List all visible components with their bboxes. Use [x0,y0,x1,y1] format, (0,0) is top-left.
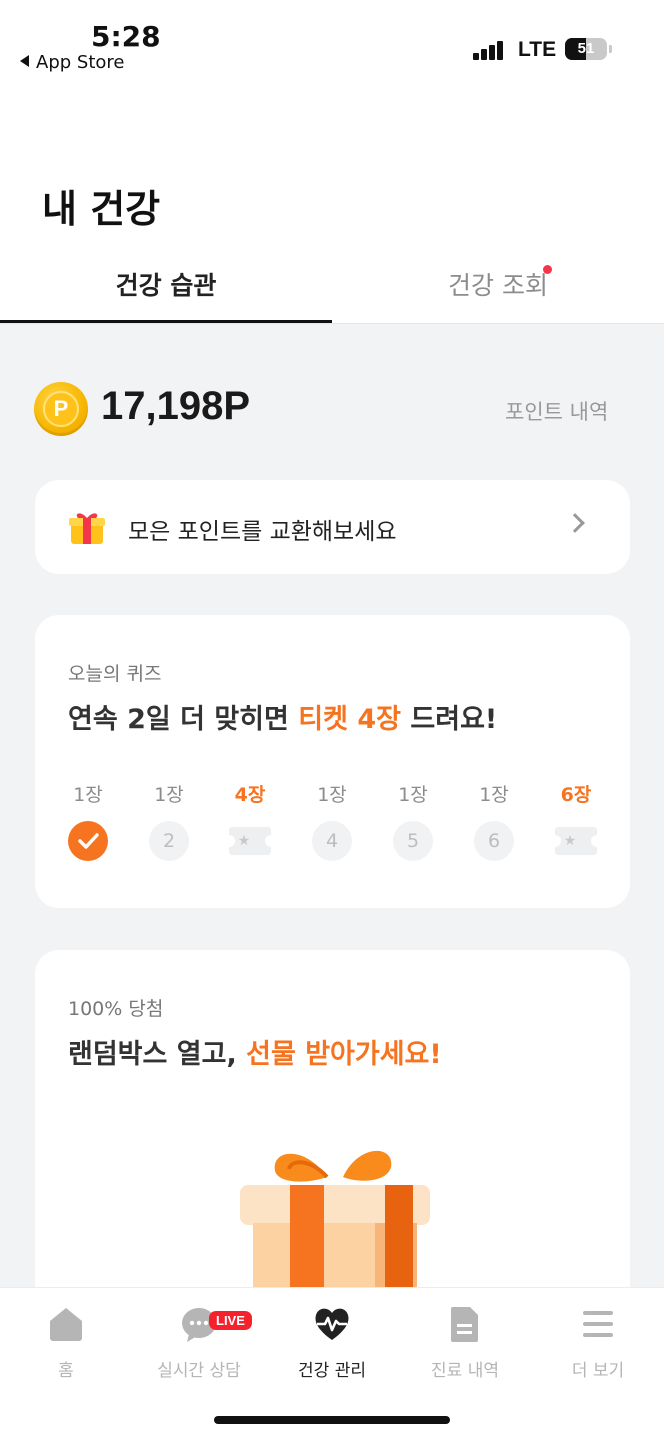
nav-more[interactable]: 더 보기 [532,1304,664,1381]
star-icon: ★ [237,833,251,849]
quiz-day-reward: 1장 [479,784,509,806]
heart-pulse-icon [315,1308,349,1340]
status-bar: 5:28 App Store LTE 51 [0,0,664,80]
signal-icon [473,40,505,60]
notification-dot [543,265,552,274]
nav-home[interactable]: 홈 [0,1304,132,1381]
menu-icon [583,1311,613,1337]
daily-quiz-card[interactable]: 오늘의 퀴즈 연속 2일 더 맞히면 티켓 4장 드려요! 1장 1장 2 4장 ★ 1장… [35,615,630,908]
live-badge: LIVE [209,1311,252,1330]
nav-health-care[interactable]: 건강 관리 [266,1304,398,1381]
back-label: App Store [36,52,125,73]
back-to-app-store[interactable]: App Store [20,52,124,73]
exchange-points-label: 모은 포인트를 교환해보세요 [128,519,397,545]
exchange-points-card[interactable]: 모은 포인트를 교환해보세요 [35,480,630,574]
back-arrow-icon [20,55,29,67]
document-icon [451,1307,478,1342]
quiz-day-number: 5 [393,821,433,861]
ticket-icon: ★ [223,827,277,855]
battery-level: 51 [577,40,595,57]
quiz-title: 연속 2일 더 맞히면 티켓 4장 드려요! [68,704,498,735]
star-icon: ★ [563,833,577,849]
ticket-icon: ★ [549,827,603,855]
quiz-day-number: 4 [312,821,352,861]
random-box-subtitle: 100% 당첨 [68,998,164,1020]
quiz-day-number: 6 [474,821,514,861]
point-coin-icon: P [34,382,88,436]
quiz-day-reward: 4장 [234,784,266,806]
home-indicator [214,1416,450,1424]
quiz-day-reward: 1장 [154,784,184,806]
quiz-day-number: 2 [149,821,189,861]
network-type: LTE [518,38,557,61]
nav-live-consult[interactable]: LIVE 실시간 상담 [133,1304,265,1381]
chevron-right-icon [565,513,585,533]
points-history-link[interactable]: 포인트 내역 [505,396,608,426]
quiz-subtitle: 오늘의 퀴즈 [68,663,162,685]
quiz-day-reward: 1장 [317,784,347,806]
quiz-day-reward: 6장 [560,784,592,806]
check-icon [68,821,108,861]
points-balance: 17,198P [101,384,251,428]
header: 내 건강 건강 습관 건강 조회 [0,80,664,324]
page-title: 내 건강 [42,187,161,231]
quiz-day-reward: 1장 [398,784,428,806]
gift-box-illustration [240,1150,430,1315]
nav-treatment-history[interactable]: 진료 내역 [399,1304,531,1381]
gift-icon [69,513,105,544]
tab-health-habits[interactable]: 건강 습관 [0,266,332,302]
quiz-day-reward: 1장 [73,784,103,806]
home-icon [50,1308,82,1341]
battery-icon: 51 [565,38,607,60]
tab-health-lookup[interactable]: 건강 조회 [332,266,664,302]
status-time: 5:28 [91,20,161,53]
random-box-title: 랜덤박스 열고, 선물 받아가세요! [68,1039,442,1070]
